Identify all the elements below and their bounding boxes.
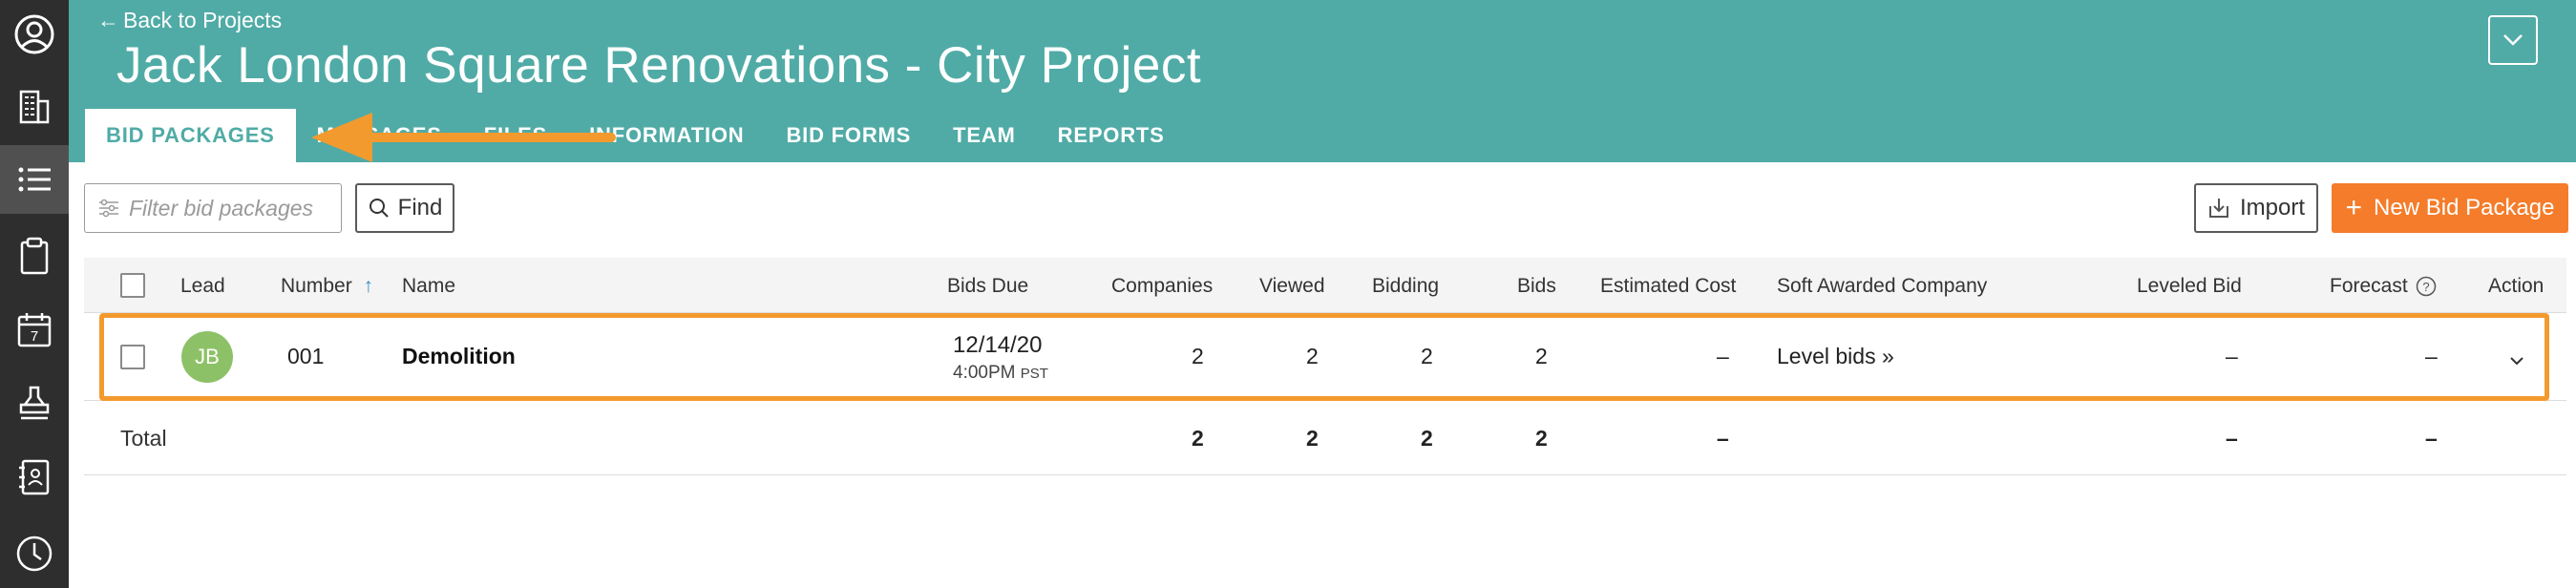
total-companies: 2	[1192, 426, 1204, 451]
table-header: Lead Number ↑ Name Bids Due Companies Vi…	[84, 258, 2566, 313]
col-viewed[interactable]: Viewed	[1259, 275, 1325, 298]
search-icon	[369, 199, 389, 218]
col-estimated-cost[interactable]: Estimated Cost	[1600, 275, 1736, 298]
clock-icon[interactable]	[0, 519, 69, 588]
sort-ascending-icon: ↑	[363, 275, 374, 297]
stamp-icon[interactable]	[0, 368, 69, 437]
back-label: Back to Projects	[123, 8, 283, 32]
col-bidding[interactable]: Bidding	[1372, 275, 1439, 298]
total-viewed: 2	[1306, 426, 1319, 451]
page-title: Jack London Square Renovations - City Pr…	[116, 37, 1202, 94]
total-bidding: 2	[1421, 426, 1433, 451]
help-circle-icon[interactable]: ?	[2416, 276, 2437, 297]
svg-text:7: 7	[31, 328, 38, 345]
col-leveled-bid[interactable]: Leveled Bid	[2137, 275, 2242, 298]
filter-placeholder: Filter bid packages	[129, 195, 314, 220]
header-dropdown-button[interactable]	[2488, 15, 2538, 65]
total-forecast: –	[2425, 426, 2438, 451]
col-number[interactable]: Number ↑	[281, 275, 373, 298]
total-bids: 2	[1535, 426, 1548, 451]
clipboard-icon[interactable]	[0, 221, 69, 290]
tab-team[interactable]: TEAM	[932, 109, 1037, 162]
import-icon	[2208, 199, 2228, 218]
new-bid-package-label: New Bid Package	[2374, 195, 2555, 220]
col-soft-awarded-company[interactable]: Soft Awarded Company	[1777, 275, 1987, 298]
col-number-label: Number	[281, 275, 352, 297]
import-button[interactable]: Import	[2194, 183, 2318, 233]
filter-bid-packages-input[interactable]: Filter bid packages	[84, 183, 342, 233]
total-label: Total	[120, 426, 167, 451]
left-rail: 7	[0, 0, 69, 588]
calendar-icon[interactable]: 7	[0, 296, 69, 365]
find-label: Find	[397, 195, 443, 220]
tab-bid-packages[interactable]: BID PACKAGES	[85, 109, 296, 162]
company-icon[interactable]	[0, 73, 69, 141]
col-forecast[interactable]: Forecast ?	[2330, 275, 2437, 298]
import-label: Import	[2239, 195, 2305, 220]
col-name[interactable]: Name	[402, 275, 455, 298]
total-estimated-cost: –	[1717, 426, 1729, 451]
chevron-down-icon	[2503, 34, 2523, 46]
select-all-checkbox[interactable]	[120, 273, 145, 298]
back-to-projects-link[interactable]: ← Back to Projects	[97, 8, 282, 33]
find-button[interactable]: Find	[355, 183, 454, 233]
filter-sliders-icon	[99, 199, 118, 218]
col-lead[interactable]: Lead	[180, 275, 225, 298]
tab-bid-forms[interactable]: BID FORMS	[765, 109, 932, 162]
col-companies[interactable]: Companies	[1111, 275, 1213, 298]
total-leveled-bid: –	[2226, 426, 2238, 451]
new-bid-package-button[interactable]: + New Bid Package	[2332, 183, 2568, 233]
list-icon[interactable]	[0, 145, 69, 214]
row-highlight-annotation	[99, 313, 2549, 401]
plus-icon: +	[2345, 192, 2363, 223]
tab-reports[interactable]: REPORTS	[1037, 109, 1186, 162]
col-action: Action	[2488, 275, 2544, 297]
profile-icon[interactable]	[0, 0, 69, 69]
annotation-arrow	[311, 113, 616, 162]
svg-text:?: ?	[2422, 280, 2429, 294]
col-forecast-label: Forecast	[2330, 275, 2408, 297]
total-row: Total 2 2 2 2 – – –	[84, 401, 2566, 475]
contacts-book-icon[interactable]	[0, 443, 69, 512]
col-bids-due[interactable]: Bids Due	[947, 275, 1028, 298]
col-bids[interactable]: Bids	[1517, 275, 1556, 298]
back-arrow-icon: ←	[97, 8, 119, 32]
